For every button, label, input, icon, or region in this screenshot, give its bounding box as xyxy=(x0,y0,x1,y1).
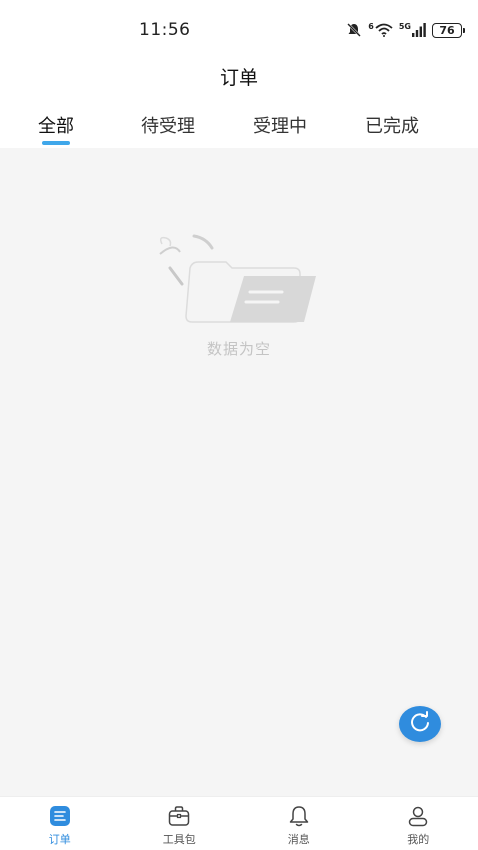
nav-label: 消息 xyxy=(287,833,310,846)
tab-bar: 全部 待受理 受理中 已完成 xyxy=(0,96,478,148)
order-list-area[interactable]: 数据为空 xyxy=(0,148,478,796)
nav-profile[interactable]: 我的 xyxy=(359,797,478,850)
refresh-icon xyxy=(409,711,431,737)
bottom-navigation: 订单 工具包 消息 我的 xyxy=(0,796,478,850)
tab-pending[interactable]: 待受理 xyxy=(112,96,224,148)
wifi-label: 6 xyxy=(368,21,374,31)
tab-completed[interactable]: 已完成 xyxy=(336,96,448,148)
nav-label: 我的 xyxy=(407,833,430,846)
toolbox-icon xyxy=(167,804,191,828)
nav-orders[interactable]: 订单 xyxy=(0,797,120,850)
nav-label: 订单 xyxy=(48,833,71,846)
tab-in-progress[interactable]: 受理中 xyxy=(224,96,336,148)
tab-all[interactable]: 全部 xyxy=(0,96,112,148)
empty-folder-icon xyxy=(154,232,324,332)
battery-icon: 76 xyxy=(432,22,465,38)
empty-state-text: 数据为空 xyxy=(206,340,271,358)
nav-messages[interactable]: 消息 xyxy=(239,797,359,850)
signal-icon: 5G xyxy=(398,21,426,37)
wifi-icon: 6 xyxy=(368,21,393,37)
page-title: 订单 xyxy=(219,66,258,89)
tab-active-indicator xyxy=(42,141,70,145)
empty-state: 数据为空 xyxy=(0,232,478,359)
app-screen: 11:56 6 5G 76 订单 全部 待受理 受理中 已完成 数据为空 订单 … xyxy=(0,0,478,850)
user-icon xyxy=(406,804,430,828)
nav-toolbox[interactable]: 工具包 xyxy=(120,797,240,850)
mute-icon xyxy=(346,22,362,38)
header: 订单 xyxy=(0,56,478,96)
nav-label: 工具包 xyxy=(162,833,196,846)
status-time: 11:56 xyxy=(139,20,191,40)
order-list-icon xyxy=(48,804,72,828)
tab-label: 受理中 xyxy=(253,116,307,137)
bell-icon xyxy=(287,804,311,828)
tab-label: 待受理 xyxy=(141,116,195,137)
status-bar: 11:56 6 5G 76 xyxy=(0,0,478,56)
tab-label: 已完成 xyxy=(365,116,419,137)
tab-label: 全部 xyxy=(38,116,74,137)
network-label: 5G xyxy=(398,21,411,31)
refresh-button[interactable] xyxy=(399,706,441,742)
status-icons: 6 5G 76 xyxy=(346,20,465,40)
